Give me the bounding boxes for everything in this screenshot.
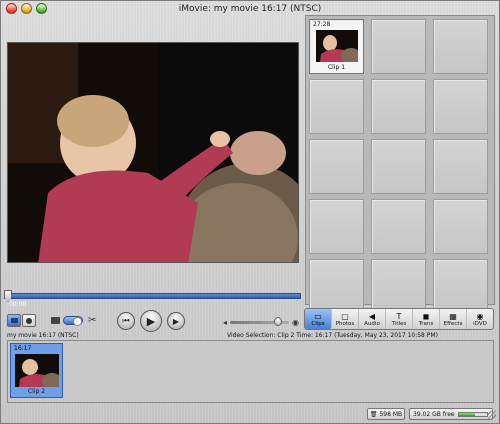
scrubber-bar[interactable] (4, 290, 301, 303)
pane-button-label: Clips (311, 320, 325, 327)
bottom-bar: 🗑 598 MB 39.02 GB free (1, 405, 499, 423)
timeline-view-icon (26, 317, 32, 324)
photos-icon: ▢ (341, 311, 349, 321)
pane-switcher: ▭ Clips ▢ Photos ◀ Audio T Titles ◼ Trans ▦ Effects… (304, 308, 494, 330)
imovie-window: iMovie: my movie 16:17 (NTSC) :00:00 ✂ ⏮… (0, 0, 500, 424)
empty-clip-slot[interactable] (433, 259, 488, 314)
free-space-bar (457, 411, 488, 417)
window-controls (6, 3, 47, 14)
empty-clip-slot[interactable] (309, 199, 364, 254)
empty-clip-slot[interactable] (433, 199, 488, 254)
volume-low-icon: ◂ (223, 317, 228, 327)
timeline-clip-thumbnail-image (15, 354, 59, 387)
pane-button-clips[interactable]: ▭ Clips (305, 309, 332, 329)
pane-button-effects[interactable]: ▦ Effects (440, 309, 467, 329)
mode-switch[interactable] (63, 316, 83, 326)
empty-clip-slot[interactable] (371, 259, 426, 314)
timeline-clip[interactable]: 16:17 Clip 2 (10, 343, 63, 398)
clip-thumbnail[interactable]: 27:28 Clip 1 (309, 19, 364, 74)
scrubber-track[interactable] (4, 293, 301, 299)
pane-button-label: iDVD (473, 320, 487, 327)
pane-button-trans[interactable]: ◼ Trans (413, 309, 440, 329)
pane-button-titles[interactable]: T Titles (386, 309, 413, 329)
timeline-view-button[interactable] (22, 314, 36, 327)
pane-button-label: Audio (364, 320, 380, 327)
titles-icon: T (396, 311, 402, 321)
clip-view-button[interactable] (7, 314, 21, 327)
free-space-indicator: 39.02 GB free (409, 408, 493, 420)
play-icon: ▶ (146, 314, 156, 328)
fullscreen-play-icon: ▶ (172, 316, 180, 326)
pane-button-audio[interactable]: ◀ Audio (359, 309, 386, 329)
pane-button-label: Trans (418, 320, 434, 327)
clips-icon: ▭ (314, 311, 322, 321)
trash-icon: 🗑 (369, 410, 378, 418)
playback-controls: ✂ ⏮ ▶ ▶ ◂ ◉ (1, 306, 301, 332)
pane-button-label: Photos (335, 320, 355, 327)
audio-icon: ◀ (368, 311, 376, 321)
empty-clip-slot[interactable] (371, 199, 426, 254)
clip-viewer-timeline: 16:17 Clip 2 (7, 340, 494, 403)
clips-grid: 27:28 Clip 1 (309, 19, 488, 314)
free-space-label: 39.02 GB free (413, 410, 455, 418)
volume-track[interactable] (230, 316, 290, 326)
empty-clip-slot[interactable] (309, 259, 364, 314)
empty-clip-slot[interactable] (371, 139, 426, 194)
empty-clip-slot[interactable] (309, 139, 364, 194)
empty-clip-slot[interactable] (433, 19, 488, 74)
camera-mode-icon (51, 317, 60, 324)
volume-knob[interactable] (274, 316, 283, 326)
effects-icon: ▦ (449, 311, 457, 321)
pane-button-label: Titles (391, 320, 407, 327)
play-button[interactable]: ▶ (140, 310, 162, 332)
transport-buttons: ⏮ ▶ ▶ (117, 310, 185, 332)
video-frame-image (8, 43, 298, 262)
volume-slider[interactable]: ◂ ◉ (223, 316, 299, 327)
trash-button[interactable]: 🗑 598 MB (367, 408, 405, 420)
pane-button-photos[interactable]: ▢ Photos (332, 309, 359, 329)
free-space-fill (458, 412, 476, 416)
movie-info: my movie 16:17 (NTSC) (7, 332, 79, 339)
fullscreen-play-button[interactable]: ▶ (167, 312, 185, 330)
clip-duration: 27:28 (313, 21, 331, 28)
transitions-icon: ◼ (422, 311, 430, 321)
empty-clip-slot[interactable] (371, 19, 426, 74)
selection-info: Video Selection: Clip 2 Time: 16:17 (Tue… (227, 332, 438, 339)
empty-clip-slot[interactable] (371, 79, 426, 134)
clip-view-icon (10, 318, 18, 323)
window-title: iMovie: my movie 16:17 (NTSC) (178, 4, 322, 14)
rewind-button[interactable]: ⏮ (117, 312, 135, 330)
pane-button-label: Effects (443, 320, 463, 327)
pane-button-idvd[interactable]: ◉ iDVD (467, 309, 493, 329)
idvd-icon: ◉ (476, 311, 484, 321)
clip-label: Clip 1 (327, 64, 346, 71)
timeline-clip-label: Clip 2 (27, 388, 46, 395)
minimize-window-button[interactable] (21, 3, 32, 14)
zoom-window-button[interactable] (36, 3, 47, 14)
empty-clip-slot[interactable] (433, 139, 488, 194)
close-window-button[interactable] (6, 3, 17, 14)
trash-size: 598 MB (379, 410, 403, 418)
rewind-icon: ⏮ (122, 316, 130, 325)
scissors-icon[interactable]: ✂ (88, 315, 96, 326)
resize-handle[interactable] (488, 411, 496, 419)
empty-clip-slot[interactable] (309, 79, 364, 134)
volume-high-icon: ◉ (292, 317, 299, 327)
empty-clip-slot[interactable] (433, 79, 488, 134)
video-monitor (7, 42, 299, 263)
view-mode-group (7, 314, 36, 327)
clips-pane: 27:28 Clip 1 (305, 15, 495, 314)
camera-edit-toggle[interactable] (51, 316, 85, 326)
clip-thumbnail-image (316, 30, 358, 62)
timeline-clip-duration: 16:17 (14, 345, 32, 352)
